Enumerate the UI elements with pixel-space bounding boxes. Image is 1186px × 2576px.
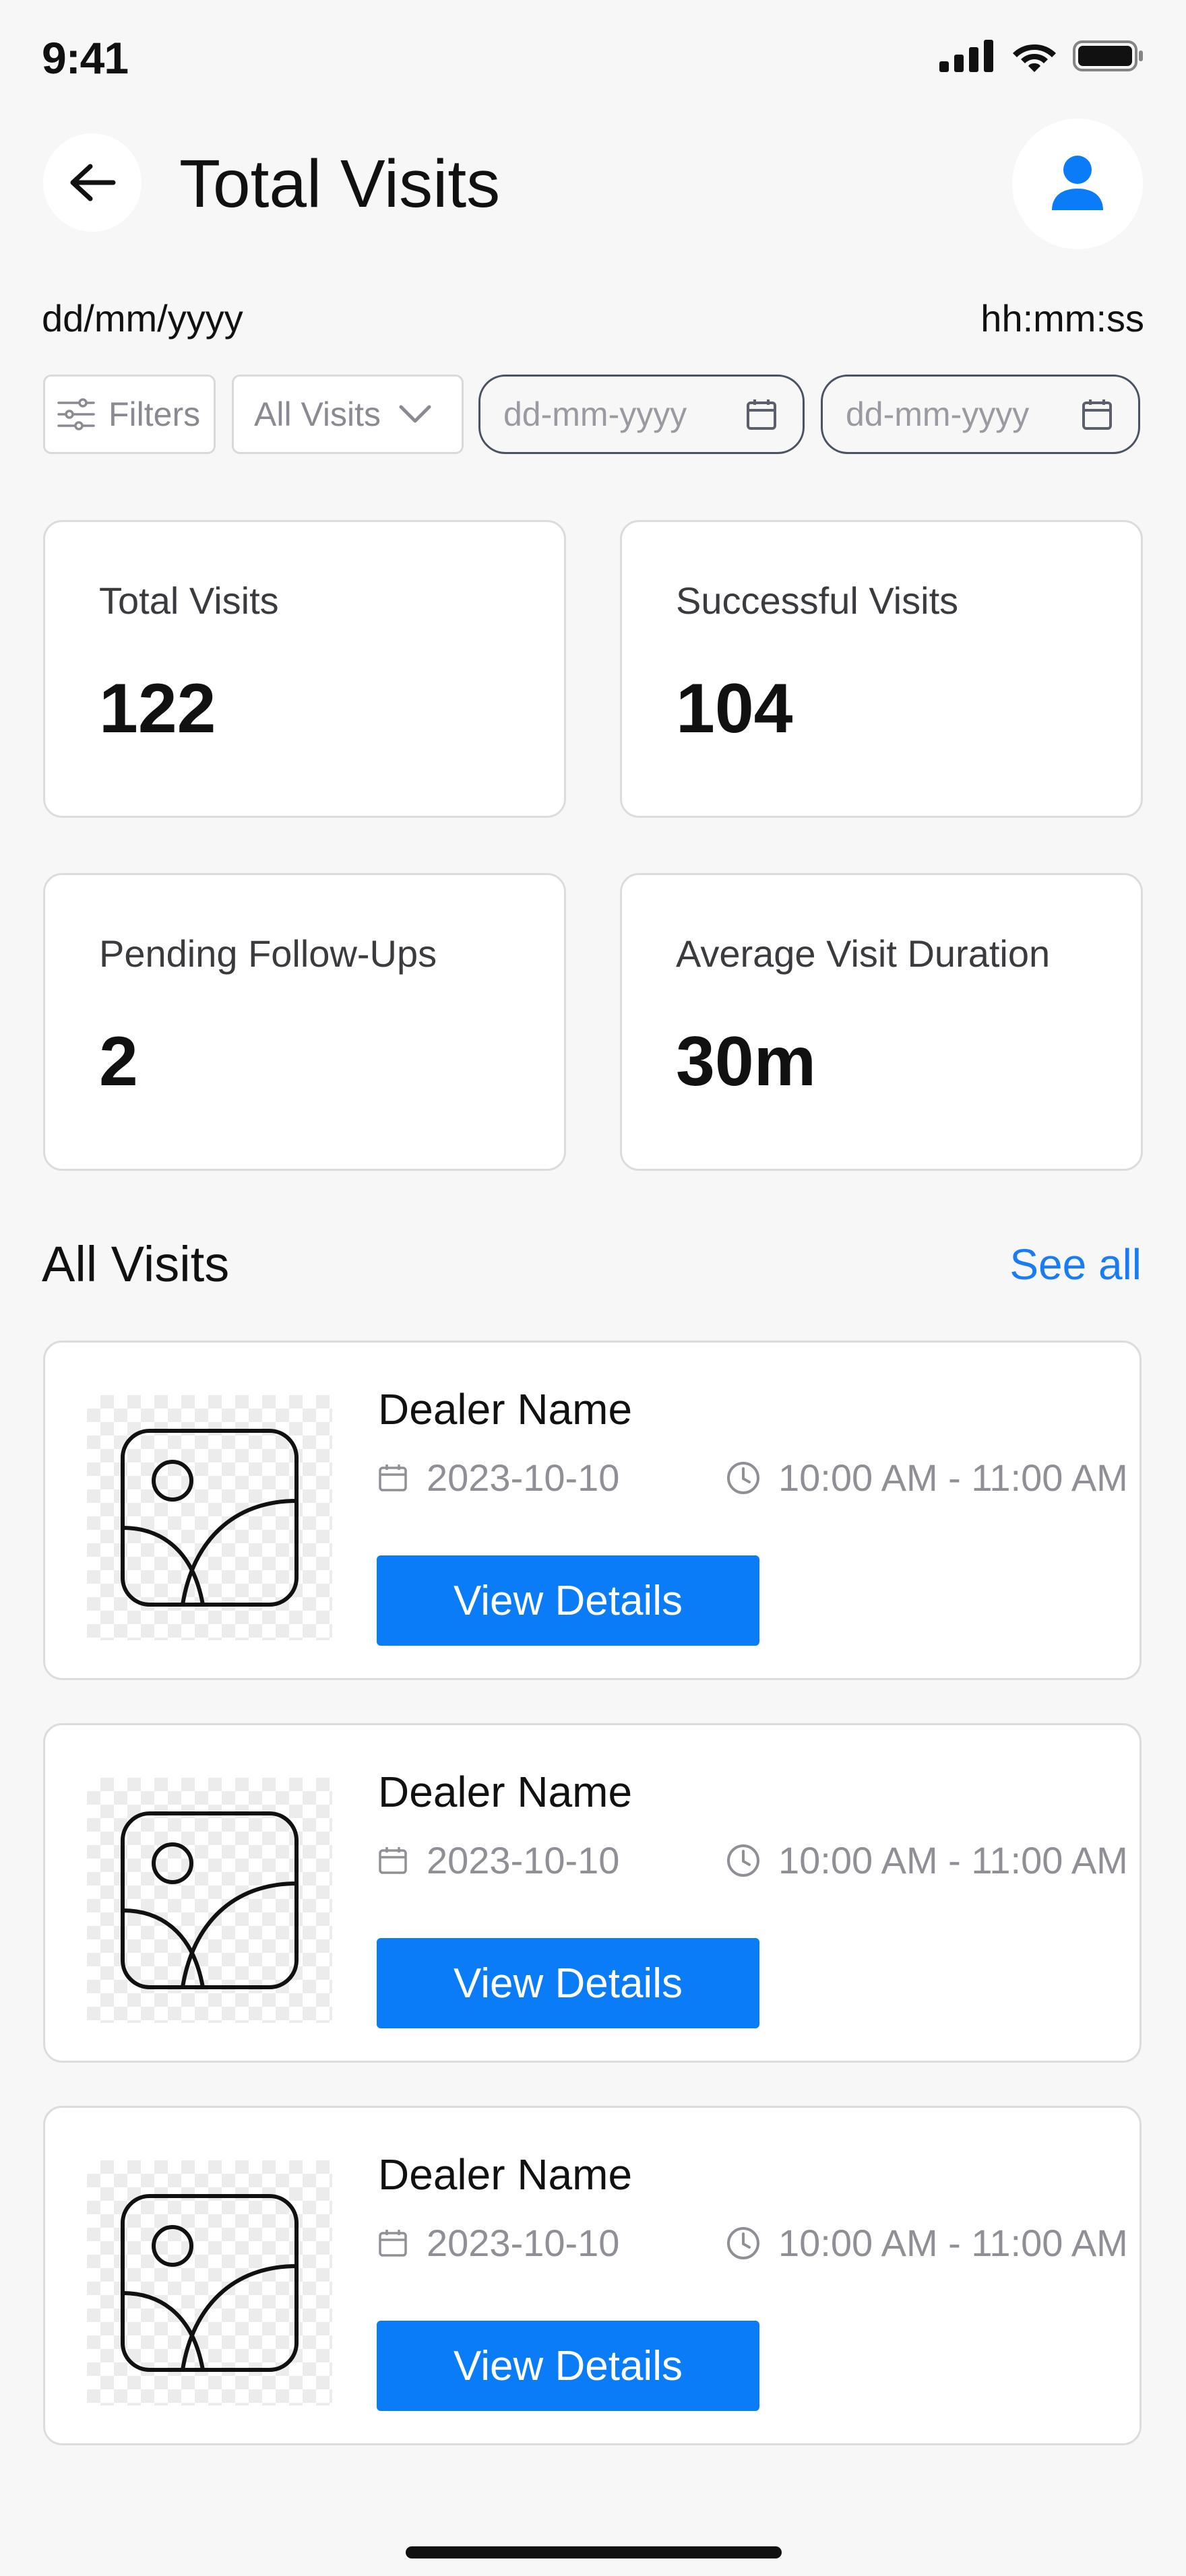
calendar-icon <box>379 2229 407 2257</box>
wifi-icon <box>1013 44 1056 72</box>
clock-icon <box>727 1844 759 1877</box>
visit-date: 2023-10-10 <box>378 2221 619 2265</box>
dealer-name: Dealer Name <box>378 2150 633 2199</box>
visits-type-select[interactable]: All Visits <box>232 375 464 454</box>
signal-icon <box>939 40 993 72</box>
visit-time: 10:00 AM - 11:00 AM <box>726 1456 1128 1500</box>
calendar-icon <box>379 1464 407 1491</box>
stat-value: 104 <box>676 670 793 748</box>
arrow-left-icon <box>70 164 116 201</box>
filters-button[interactable]: Filters <box>43 375 216 454</box>
calendar-icon <box>747 399 776 430</box>
stat-card-total-visits: Total Visits 122 <box>43 520 566 818</box>
calendar-icon <box>379 1846 407 1874</box>
stat-card-pending-follow-ups: Pending Follow-Ups 2 <box>43 873 566 1171</box>
visit-date-text: 2023-10-10 <box>427 1456 620 1499</box>
dealer-name: Dealer Name <box>378 1768 633 1816</box>
visit-card: Dealer Name 2023-10-10 10:00 AM - 11:00 … <box>43 2106 1142 2445</box>
visit-time: 10:00 AM - 11:00 AM <box>726 2221 1128 2265</box>
visit-time-text: 10:00 AM - 11:00 AM <box>778 2222 1128 2264</box>
home-indicator[interactable] <box>406 2546 782 2558</box>
current-time: hh:mm:ss <box>980 297 1144 340</box>
chevron-down-icon <box>399 405 431 423</box>
stat-label: Successful Visits <box>676 579 959 622</box>
section-title: All Visits <box>42 1236 230 1292</box>
page-title: Total Visits <box>179 146 501 222</box>
visit-time-text: 10:00 AM - 11:00 AM <box>778 1456 1128 1499</box>
visit-date: 2023-10-10 <box>378 1838 619 1882</box>
visit-date: 2023-10-10 <box>378 1456 619 1500</box>
calendar-icon <box>1082 399 1112 430</box>
dealer-thumbnail <box>87 2160 332 2406</box>
sliders-icon <box>57 398 95 430</box>
stat-label: Total Visits <box>99 579 279 622</box>
view-details-button[interactable]: View Details <box>377 2321 759 2411</box>
dealer-thumbnail <box>87 1778 332 2023</box>
filters-label: Filters <box>108 395 201 433</box>
stat-value: 30m <box>676 1023 817 1101</box>
visit-time-text: 10:00 AM - 11:00 AM <box>778 1839 1128 1881</box>
visit-card: Dealer Name 2023-10-10 10:00 AM - 11:00 … <box>43 1341 1142 1680</box>
from-date-input[interactable]: dd-mm-yyyy <box>478 375 805 454</box>
stat-label: Average Visit Duration <box>676 932 1051 975</box>
from-date-placeholder: dd-mm-yyyy <box>503 395 687 433</box>
clock-icon <box>727 1461 759 1494</box>
see-all-link[interactable]: See all <box>1009 1239 1142 1289</box>
image-placeholder-icon <box>121 1429 299 1607</box>
back-button[interactable] <box>43 133 142 232</box>
stat-value: 2 <box>99 1023 138 1101</box>
stat-card-average-visit-duration: Average Visit Duration 30m <box>620 873 1143 1171</box>
user-icon <box>1052 156 1103 210</box>
image-placeholder-icon <box>121 2194 299 2372</box>
to-date-input[interactable]: dd-mm-yyyy <box>821 375 1140 454</box>
current-date: dd/mm/yyyy <box>42 297 243 340</box>
profile-button[interactable] <box>1012 119 1143 249</box>
visits-select-value: All Visits <box>254 395 381 433</box>
image-placeholder-icon <box>121 1811 299 1989</box>
stat-value: 122 <box>99 670 216 748</box>
dealer-name: Dealer Name <box>378 1385 633 1434</box>
dealer-thumbnail <box>87 1395 332 1640</box>
to-date-placeholder: dd-mm-yyyy <box>846 395 1030 433</box>
view-details-button[interactable]: View Details <box>377 1938 759 2028</box>
view-details-button[interactable]: View Details <box>377 1555 759 1646</box>
status-time: 9:41 <box>42 33 129 83</box>
visit-time: 10:00 AM - 11:00 AM <box>726 1838 1128 1882</box>
battery-icon <box>1073 40 1143 71</box>
visit-card: Dealer Name 2023-10-10 10:00 AM - 11:00 … <box>43 1723 1142 2063</box>
status-icons <box>939 39 1144 73</box>
visit-date-text: 2023-10-10 <box>427 1839 620 1881</box>
stat-label: Pending Follow-Ups <box>99 932 437 975</box>
stat-card-successful-visits: Successful Visits 104 <box>620 520 1143 818</box>
visit-date-text: 2023-10-10 <box>427 2222 620 2264</box>
clock-icon <box>727 2226 759 2259</box>
